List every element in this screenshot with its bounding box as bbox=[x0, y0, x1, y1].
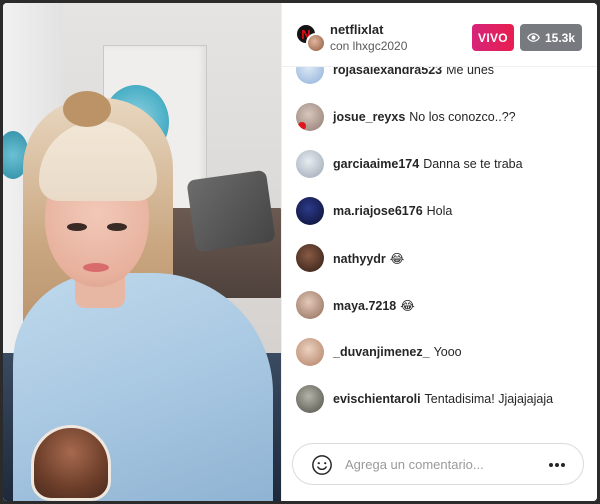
commenter-avatar[interactable] bbox=[296, 197, 324, 225]
comment-text: ma.riajose6176 Hola bbox=[333, 204, 452, 218]
comment-username[interactable]: maya.7218 bbox=[333, 299, 396, 313]
comment-username[interactable]: ma.riajose6176 bbox=[333, 204, 423, 218]
comment-item: rojasalexandra523 Me unes bbox=[296, 67, 494, 85]
comment-message: Me unes bbox=[446, 67, 495, 77]
viewer-count: 15.3k bbox=[544, 30, 576, 45]
streamer-right-eye bbox=[107, 223, 127, 231]
comment-item: josue_reyxs No los conozco..?? bbox=[296, 102, 516, 132]
comments-list[interactable]: rojasalexandra523 Me unes josue_reyxs No l… bbox=[282, 67, 597, 427]
comment-username[interactable]: _duvanjimenez_ bbox=[333, 345, 430, 359]
more-options-icon[interactable] bbox=[549, 462, 565, 468]
host-username[interactable]: netflixlat bbox=[330, 22, 383, 37]
commenter-avatar[interactable] bbox=[296, 150, 324, 178]
comment-item: _duvanjimenez_ Yooo bbox=[296, 337, 462, 367]
live-comments-panel: N netflixlat con lhxgc2020 VIVO 15.3k ro… bbox=[281, 3, 597, 501]
comment-footer bbox=[282, 429, 597, 501]
comment-text: nathyydr 😂 bbox=[333, 251, 404, 266]
commenter-avatar[interactable] bbox=[296, 244, 324, 272]
live-stream-window: N netflixlat con lhxgc2020 VIVO 15.3k ro… bbox=[3, 3, 597, 501]
commenter-avatar[interactable] bbox=[296, 67, 324, 84]
commenter-avatar[interactable] bbox=[296, 338, 324, 366]
background-pillow bbox=[186, 169, 276, 253]
cohost-avatar bbox=[306, 33, 326, 53]
comment-username[interactable]: rojasalexandra523 bbox=[333, 67, 442, 77]
comment-username[interactable]: garciaaime174 bbox=[333, 157, 419, 171]
comment-text: rojasalexandra523 Me unes bbox=[333, 67, 494, 77]
live-badge: VIVO bbox=[472, 24, 514, 51]
eye-icon bbox=[527, 33, 540, 42]
comment-item: garciaaime174 Danna se te traba bbox=[296, 149, 523, 179]
comment-item: evischientaroli Tentadisima! Jjajajajaja bbox=[296, 384, 553, 414]
comment-username[interactable]: josue_reyxs bbox=[333, 110, 405, 124]
streamer-hair-bun bbox=[63, 91, 111, 127]
comment-username[interactable]: nathyydr bbox=[333, 252, 386, 266]
commenter-avatar[interactable] bbox=[296, 291, 324, 319]
commenter-avatar[interactable] bbox=[296, 385, 324, 413]
streamer-left-eye bbox=[67, 223, 87, 231]
comment-username[interactable]: evischientaroli bbox=[333, 392, 421, 406]
held-cup bbox=[31, 425, 111, 501]
comment-item: maya.7218 😂 bbox=[296, 290, 415, 320]
live-video-feed[interactable] bbox=[3, 3, 281, 501]
comment-text: josue_reyxs No los conozco..?? bbox=[333, 110, 516, 124]
comment-input-box[interactable] bbox=[292, 443, 584, 485]
comment-text: _duvanjimenez_ Yooo bbox=[333, 345, 462, 359]
comment-text: garciaaime174 Danna se te traba bbox=[333, 157, 523, 171]
comment-message: Tentadisima! Jjajajajaja bbox=[424, 392, 554, 406]
comment-message: 😂 bbox=[400, 298, 415, 313]
smiley-face-icon[interactable] bbox=[311, 454, 333, 476]
comment-input[interactable] bbox=[345, 444, 535, 484]
cohost-label[interactable]: con lhxgc2020 bbox=[330, 39, 407, 53]
comment-message: Hola bbox=[426, 204, 453, 218]
comment-message: No los conozco..?? bbox=[409, 110, 516, 124]
comment-item: nathyydr 😂 bbox=[296, 243, 404, 273]
avatar-badge bbox=[298, 122, 306, 130]
comment-item: ma.riajose6176 Hola bbox=[296, 196, 452, 226]
live-header: N netflixlat con lhxgc2020 VIVO 15.3k bbox=[282, 3, 597, 67]
viewer-count-badge[interactable]: 15.3k bbox=[520, 24, 582, 51]
commenter-avatar[interactable] bbox=[296, 103, 324, 131]
host-avatar[interactable]: N bbox=[296, 24, 326, 53]
comment-message: Danna se te traba bbox=[423, 157, 523, 171]
comment-text: maya.7218 😂 bbox=[333, 298, 415, 313]
comment-message: Yooo bbox=[433, 345, 462, 359]
comment-message: 😂 bbox=[389, 251, 405, 266]
streamer-lips bbox=[83, 263, 109, 272]
comment-text: evischientaroli Tentadisima! Jjajajajaja bbox=[333, 392, 553, 406]
